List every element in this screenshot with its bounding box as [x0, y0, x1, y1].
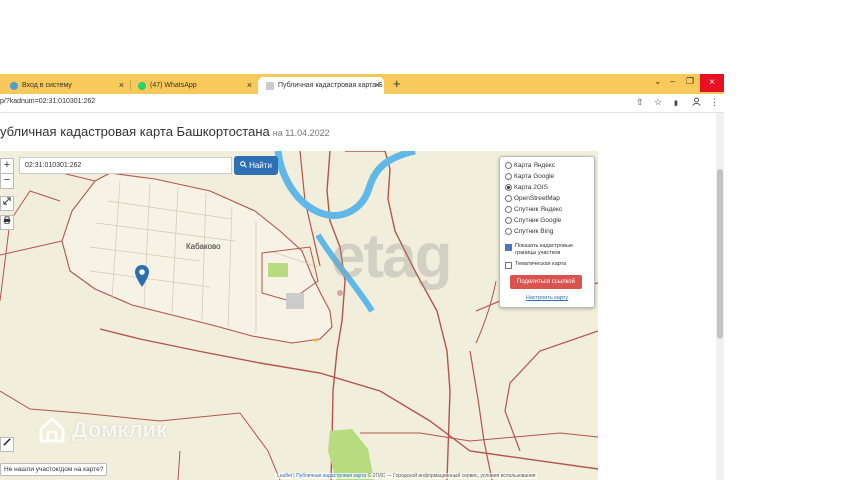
address-bar[interactable]: p/?kadnum=02:31:010301:262 ⇧ ☆ ▮ ⋮: [0, 94, 724, 113]
find-button-label: Найти: [249, 161, 272, 170]
layer-switcher-panel: Карта Яндекс Карта Google Карта 2GIS Ope…: [499, 156, 595, 308]
layer-option-google-satellite[interactable]: Спутник Google: [505, 217, 561, 224]
etagi-watermark: etag: [331, 222, 452, 291]
tab-label: Вход в систему: [22, 82, 72, 89]
radio-button[interactable]: [505, 195, 512, 202]
share-link-button[interactable]: Поделиться ссылкой: [510, 275, 582, 289]
setup-map-link[interactable]: Настроить карту: [500, 295, 594, 301]
page-scrollbar[interactable]: [716, 113, 724, 480]
show-borders-option[interactable]: Показать кадастровые границы участков: [505, 243, 589, 257]
globe-icon: [10, 81, 18, 90]
close-icon[interactable]: ×: [119, 80, 124, 90]
cadastral-search-input[interactable]: 02:31:010301:262: [19, 157, 232, 174]
location-pin-icon[interactable]: [135, 265, 149, 292]
pkk-link[interactable]: Публичная кадастровая карта: [296, 473, 366, 479]
share-icon[interactable]: ⇧: [636, 97, 644, 108]
new-tab-button[interactable]: +: [393, 76, 401, 91]
zoom-out-button[interactable]: −: [0, 173, 14, 189]
search-icon: [240, 161, 247, 170]
url-text[interactable]: p/?kadnum=02:31:010301:262: [0, 98, 95, 105]
page-icon: [266, 81, 274, 90]
radio-button[interactable]: [505, 162, 512, 169]
chevron-down-icon[interactable]: ⌄: [654, 76, 662, 87]
radio-button[interactable]: [505, 206, 512, 213]
domclick-text: Домклик: [72, 417, 168, 442]
tab-bar: Вход в систему × (47) WhatsApp × Публичн…: [0, 74, 724, 94]
expand-icon[interactable]: [0, 196, 14, 211]
layer-option-yandex[interactable]: Карта Яндекс: [505, 162, 555, 169]
print-icon[interactable]: [0, 215, 14, 230]
close-icon[interactable]: ×: [247, 80, 252, 90]
layer-option-osm[interactable]: OpenStreetMap: [505, 195, 560, 202]
profile-icon[interactable]: [692, 97, 701, 108]
checkbox-checked[interactable]: [505, 244, 512, 251]
page-date: на 11.04.2022: [272, 128, 330, 138]
zoom-in-button[interactable]: +: [0, 158, 14, 174]
leaflet-link[interactable]: Leaflet: [277, 473, 292, 479]
tab-whatsapp[interactable]: (47) WhatsApp ×: [134, 77, 256, 94]
restore-button[interactable]: ❐: [686, 76, 694, 87]
window-close-button[interactable]: ×: [700, 74, 724, 92]
layer-option-2gis[interactable]: Карта 2GIS: [505, 184, 548, 191]
ruler-icon[interactable]: [0, 437, 14, 452]
attribution-text: © 2ГИС — Городской информационный сервис…: [367, 473, 536, 479]
radio-button-selected[interactable]: [505, 184, 512, 191]
tab-divider: [130, 80, 131, 90]
place-label: Кабаково: [186, 242, 221, 251]
layer-option-bing-satellite[interactable]: Спутник Bing: [505, 228, 553, 235]
not-found-link[interactable]: Не нашли участок/дом на карте?: [0, 463, 108, 476]
menu-icon[interactable]: ⋮: [710, 97, 719, 108]
radio-button[interactable]: [505, 217, 512, 224]
star-icon[interactable]: ☆: [654, 97, 662, 108]
tab-label: (47) WhatsApp: [150, 82, 197, 89]
tab-cadastral-map[interactable]: Публичная кадастровая карта Б ×: [258, 77, 384, 94]
tab-label: Публичная кадастровая карта Б: [278, 82, 383, 89]
map-attribution: Leaflet | Публичная кадастровая карта © …: [275, 473, 538, 479]
radio-button[interactable]: [505, 228, 512, 235]
thematic-map-option[interactable]: Тематическая карта: [505, 261, 566, 269]
domclick-logo-icon: [39, 416, 65, 443]
domclick-watermark: Домклик: [38, 416, 167, 444]
radio-button[interactable]: [505, 173, 512, 180]
layer-option-yandex-satellite[interactable]: Спутник Яндекс: [505, 206, 562, 213]
find-button[interactable]: Найти: [234, 156, 278, 175]
whatsapp-icon: [138, 81, 146, 90]
checkbox[interactable]: [505, 262, 512, 269]
tab-login[interactable]: Вход в систему ×: [0, 77, 128, 94]
sidebar-icon[interactable]: ▮: [674, 99, 678, 107]
minimize-button[interactable]: –: [670, 76, 675, 86]
scrollbar-thumb[interactable]: [717, 169, 723, 339]
close-icon[interactable]: ×: [375, 80, 380, 90]
page-title: убличная кадастровая карта Башкортостана…: [0, 124, 330, 139]
layer-option-google[interactable]: Карта Google: [505, 173, 554, 180]
